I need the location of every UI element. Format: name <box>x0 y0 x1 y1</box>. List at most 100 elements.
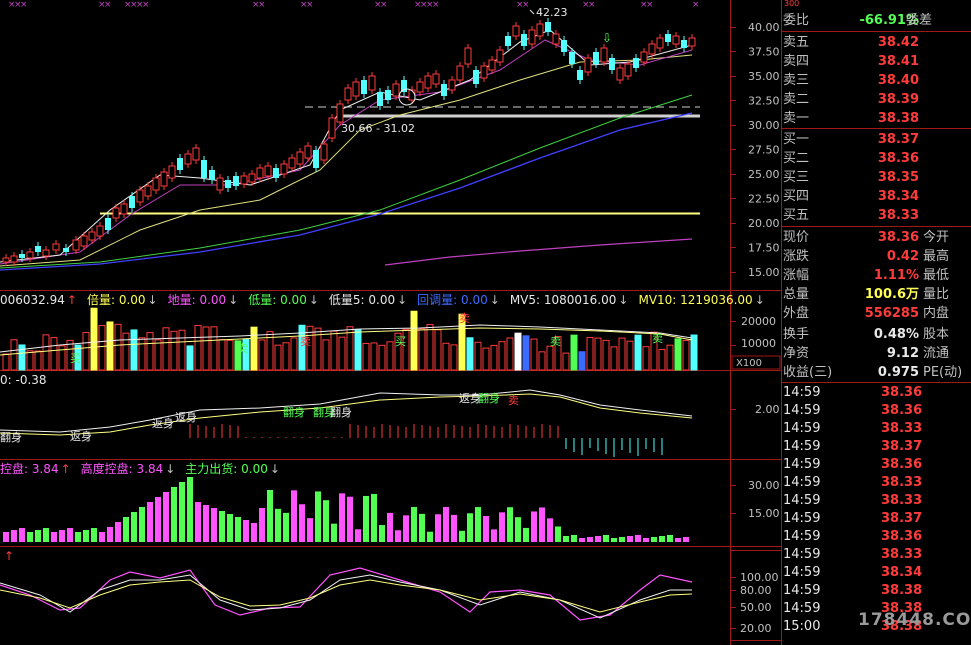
info-arrow-icon: ↑ <box>60 462 71 476</box>
volume-bar <box>226 339 234 371</box>
candle-body <box>648 43 656 55</box>
candle-body <box>201 160 207 178</box>
sell-row: 卖三 38.40 <box>781 71 971 90</box>
tick-time: 14:59 <box>783 511 821 526</box>
tick-price: 38.33 <box>881 475 923 490</box>
buy-row-label: 买二 <box>783 151 810 166</box>
price-axis-tick: 35.00 <box>748 70 780 83</box>
indicator1-chart[interactable]: 翻身 返身返身 返身 翻身 翻身翻身返身翻身卖 <box>0 389 693 457</box>
volume-axis: 20000 10000 <box>741 315 776 350</box>
ind2-bar <box>155 497 161 542</box>
ind2-bar <box>283 512 289 542</box>
tick-row[interactable]: 14:59 38.33 <box>781 492 971 510</box>
tick-row[interactable]: 14:59 38.38 <box>781 582 971 600</box>
tick-row[interactable]: 14:59 38.33 <box>781 546 971 564</box>
candle-body <box>248 173 256 183</box>
tick-time: 14:59 <box>783 421 821 436</box>
tick-time: 14:59 <box>783 529 821 544</box>
ind2-bar <box>131 512 137 542</box>
candle-body <box>192 147 200 161</box>
stat-row-value: 100.6万 <box>864 287 919 302</box>
candle-body <box>160 171 168 187</box>
volume-bar <box>434 329 442 371</box>
price-axis-tick: 32.50 <box>748 95 780 108</box>
volume-bar <box>522 335 530 371</box>
tick-row[interactable]: 14:59 38.36 <box>781 456 971 474</box>
candle-body <box>264 165 272 177</box>
tick-row[interactable]: 14:59 38.37 <box>781 438 971 456</box>
ind2-bar <box>595 536 601 542</box>
price-axis-tick: 17.50 <box>748 242 780 255</box>
volume-bar <box>594 337 602 371</box>
candle-body <box>42 249 50 257</box>
ind2-bar <box>363 495 369 542</box>
candle-body <box>35 246 41 252</box>
ind2-bar <box>243 520 249 542</box>
tick-time: 14:59 <box>783 475 821 490</box>
ind2-bar <box>659 536 665 542</box>
tick-time: 14:59 <box>783 439 821 454</box>
x-marker: × <box>306 0 314 10</box>
volume-bar <box>506 337 514 371</box>
ind2-bar <box>291 490 297 542</box>
divider <box>781 31 971 32</box>
info-arrow-icon: ↓ <box>147 293 158 307</box>
volume-bar <box>586 337 594 371</box>
volume-bar <box>618 337 626 371</box>
stat-row-value: 556285 <box>864 306 919 321</box>
candle-body <box>600 47 608 63</box>
candle-body <box>561 40 567 52</box>
ind2-bar <box>107 527 113 542</box>
tick-time: 14:59 <box>783 565 821 580</box>
indicator3-chart[interactable]: ↑ <box>0 549 693 621</box>
volume-bar <box>210 326 218 371</box>
chart-canvas[interactable]: ××× ×× ×××× ×× ×× ×× ×××× ×× ×× ×× × ⇩ 42.23 30.66… <box>0 0 781 645</box>
info-arrow-icon: ↑ <box>66 293 77 307</box>
tick-row[interactable]: 14:59 38.36 <box>781 402 971 420</box>
ind2-bar <box>187 477 193 542</box>
stat-row-label2: 最高 <box>923 249 950 264</box>
sell-row-value: 38.38 <box>877 111 919 126</box>
candle-body <box>168 165 176 179</box>
tick-row[interactable]: 14:59 38.33 <box>781 474 971 492</box>
ind2-bar <box>235 517 241 542</box>
ind1-axis-tick: 2.00 <box>755 403 780 416</box>
volume-chart[interactable]: 卖买买卖卖卖卖 <box>0 307 698 371</box>
sell-row: 卖一 38.38 <box>781 109 971 128</box>
candle-body <box>681 40 687 48</box>
volume-bar <box>202 326 210 371</box>
ind1-signal-label: 翻身 <box>330 405 352 419</box>
price-chart[interactable]: ⇩ 42.23 30.66 - 31.02 <box>0 6 700 271</box>
tick-row[interactable]: 14:59 38.33 <box>781 420 971 438</box>
volume-unit: X100 <box>736 358 762 369</box>
tick-row[interactable]: 14:59 38.36 <box>781 384 971 402</box>
volume-marker-label: 卖 <box>300 335 311 348</box>
candle-body <box>2 257 10 263</box>
tick-row[interactable]: 14:59 38.34 <box>781 564 971 582</box>
tick-row[interactable]: 14:59 38.37 <box>781 510 971 528</box>
ind2-bar <box>35 530 41 542</box>
ind2-bar <box>587 537 593 542</box>
candle-body <box>352 81 360 97</box>
quote-panel: 委比 -66.91% 委差 卖五 38.42 卖四 38.41 卖三 38.40 卖二 38.… <box>781 0 971 645</box>
indicator2-chart[interactable] <box>3 477 689 542</box>
candle-body <box>233 176 239 186</box>
candle-body <box>120 203 128 215</box>
tick-time: 14:59 <box>783 457 821 472</box>
volume-bar <box>122 332 130 371</box>
buy-row-label: 买三 <box>783 170 810 185</box>
candle-body <box>665 34 671 42</box>
stat-row-label: 净资 <box>783 346 810 361</box>
buy-row-label: 买四 <box>783 189 810 204</box>
stat-row: 外盘 556285 内盘 <box>781 304 971 323</box>
committee-row: 委比 -66.91% 委差 <box>781 11 971 30</box>
stat-row-label: 收益(三) <box>783 365 833 380</box>
tick-row[interactable]: 14:59 38.36 <box>781 528 971 546</box>
sell-row-label: 卖三 <box>783 73 810 88</box>
tick-price: 38.33 <box>881 493 923 508</box>
candle-body <box>225 180 231 188</box>
ind2-bar <box>203 505 209 542</box>
sell-row-label: 卖一 <box>783 111 810 126</box>
range-label: 30.66 - 31.02 <box>341 122 415 135</box>
candle-body <box>152 177 160 191</box>
